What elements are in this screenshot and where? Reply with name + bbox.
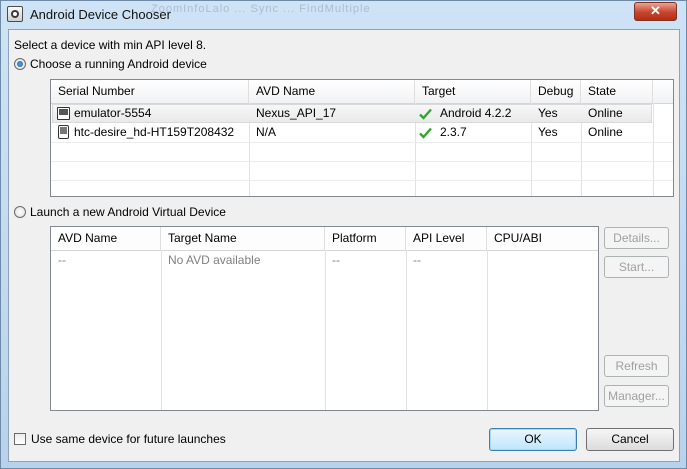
background-window-title: ZoomInfoLalo ... Sync ... FindMultiple xyxy=(151,3,371,15)
min-api-text: Select a device with min API level 8. xyxy=(14,38,207,52)
close-button[interactable]: ✕ xyxy=(634,2,677,21)
column-debug[interactable]: Debug xyxy=(531,80,581,103)
serial-cell: emulator-5554 xyxy=(74,106,152,120)
column-cpu-abi[interactable]: CPU/ABI xyxy=(487,227,598,250)
column-api-level[interactable]: API Level xyxy=(406,227,487,250)
platform-cell: -- xyxy=(332,253,340,267)
start-button[interactable]: Start... xyxy=(604,256,669,278)
column-avd-name[interactable]: AVD Name xyxy=(249,80,415,103)
manager-button[interactable]: Manager... xyxy=(604,385,669,407)
column-platform[interactable]: Platform xyxy=(325,227,406,250)
avd-name-cell: -- xyxy=(58,253,66,267)
running-device-label[interactable]: Choose a running Android device xyxy=(30,57,207,71)
avd-cell: N/A xyxy=(256,125,277,139)
column-avd-name[interactable]: AVD Name xyxy=(51,227,161,250)
column-target-name[interactable]: Target Name xyxy=(161,227,325,250)
phone-icon xyxy=(58,125,69,139)
avd-table: AVD Name Target Name Platform API Level … xyxy=(50,226,599,411)
target-cell: Android 4.2.2 xyxy=(440,106,512,120)
window-title: Android Device Chooser xyxy=(30,7,171,22)
column-serial-number[interactable]: Serial Number xyxy=(51,80,249,103)
dialog-body: Select a device with min API level 8. Ch… xyxy=(8,29,680,462)
running-table-header: Serial Number AVD Name Target Debug Stat… xyxy=(51,80,673,104)
same-device-label[interactable]: Use same device for future launches xyxy=(31,432,226,446)
api-level-cell: -- xyxy=(413,253,421,267)
target-cell: 2.3.7 xyxy=(440,125,467,139)
state-cell: Online xyxy=(588,125,623,139)
serial-cell: htc-desire_hd-HT159T208432 xyxy=(74,125,235,139)
details-button[interactable]: Details... xyxy=(604,227,669,249)
state-cell: Online xyxy=(588,106,623,120)
device-chooser-window: Android Device Chooser ZoomInfoLalo ... … xyxy=(0,0,687,469)
launch-avd-radio[interactable] xyxy=(14,206,26,218)
avd-cell: Nexus_API_17 xyxy=(256,106,337,120)
debug-cell: Yes xyxy=(538,125,558,139)
debug-cell: Yes xyxy=(538,106,558,120)
column-target[interactable]: Target xyxy=(415,80,531,103)
cancel-button[interactable]: Cancel xyxy=(586,428,674,451)
device-chooser-icon xyxy=(7,6,23,22)
column-state[interactable]: State xyxy=(581,80,653,103)
refresh-button[interactable]: Refresh xyxy=(604,355,669,377)
running-device-radio[interactable] xyxy=(14,58,26,70)
target-name-cell: No AVD available xyxy=(168,253,261,267)
running-devices-table: Serial Number AVD Name Target Debug Stat… xyxy=(50,79,674,197)
check-icon xyxy=(419,127,432,139)
check-icon xyxy=(419,108,432,120)
emulator-icon xyxy=(57,107,70,120)
avd-table-header: AVD Name Target Name Platform API Level … xyxy=(51,227,598,251)
ok-button[interactable]: OK xyxy=(489,428,577,451)
launch-avd-label[interactable]: Launch a new Android Virtual Device xyxy=(30,205,226,219)
same-device-checkbox[interactable] xyxy=(14,433,26,445)
title-bar[interactable]: Android Device Chooser ZoomInfoLalo ... … xyxy=(1,1,686,29)
